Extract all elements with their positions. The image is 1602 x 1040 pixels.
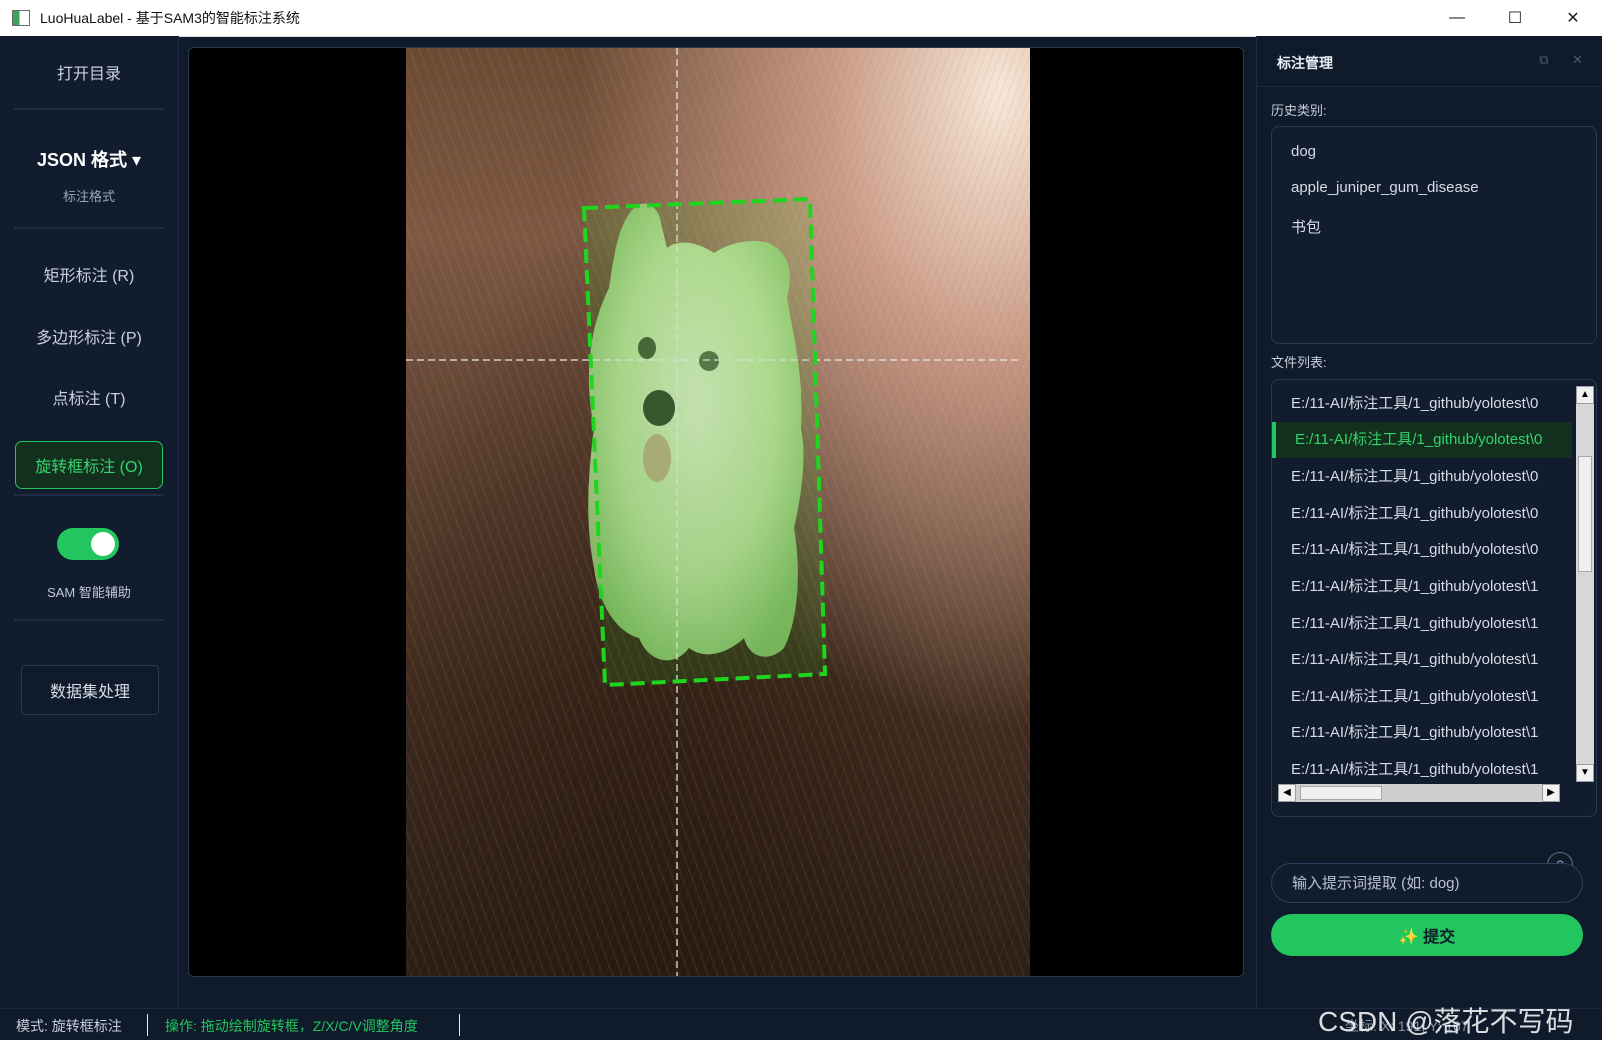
file-list-item[interactable]: E:/11-AI/标注工具/1_github/yolotest\0 bbox=[1272, 496, 1572, 532]
window-title: LuoHuaLabel - 基于SAM3的智能标注系统 bbox=[40, 10, 300, 26]
scroll-left-icon[interactable]: ◀ bbox=[1278, 784, 1296, 802]
file-list-item[interactable]: E:/11-AI/标注工具/1_github/yolotest\1 bbox=[1272, 569, 1572, 605]
divider bbox=[14, 227, 164, 229]
title-bar: LuoHuaLabel - 基于SAM3的智能标注系统 — ☐ ✕ bbox=[0, 0, 1602, 37]
scroll-up-icon[interactable]: ▲ bbox=[1576, 386, 1594, 404]
file-list[interactable]: E:/11-AI/标注工具/1_github/yolotest\0 E:/11-… bbox=[1271, 379, 1597, 817]
open-directory-button[interactable]: 打开目录 bbox=[0, 60, 178, 84]
divider bbox=[14, 108, 164, 110]
history-classes-list[interactable]: dog apple_juniper_gum_disease 书包 bbox=[1271, 126, 1597, 344]
annotation-canvas[interactable] bbox=[188, 47, 1244, 977]
left-toolbar: 打开目录 JSON 格式 ▾ 标注格式 矩形标注 (R) 多边形标注 (P) 点… bbox=[0, 36, 179, 1008]
rect-annotation-button[interactable]: 矩形标注 (R) bbox=[0, 262, 178, 286]
window-controls: — ☐ ✕ bbox=[1428, 0, 1602, 36]
divider bbox=[14, 494, 164, 496]
app-icon bbox=[12, 10, 30, 26]
history-classes-label: 历史类别: bbox=[1271, 103, 1327, 118]
status-operation: 操作: 拖动绘制旋转框，Z/X/C/V调整角度 bbox=[165, 1018, 418, 1034]
class-item[interactable]: dog bbox=[1291, 143, 1316, 160]
annotation-manager-panel: 标注管理 ⧉ ✕ 历史类别: dog apple_juniper_gum_dis… bbox=[1256, 36, 1602, 1008]
status-divider bbox=[147, 1014, 148, 1036]
vertical-scroll-thumb[interactable] bbox=[1578, 456, 1592, 572]
sam-assist-label: SAM 智能辅助 bbox=[47, 585, 131, 600]
scroll-down-icon[interactable]: ▼ bbox=[1576, 764, 1594, 782]
file-list-item[interactable]: E:/11-AI/标注工具/1_github/yolotest\0 bbox=[1272, 459, 1572, 495]
file-list-item[interactable]: E:/11-AI/标注工具/1_github/yolotest\1 bbox=[1272, 752, 1572, 788]
horizontal-scrollbar[interactable]: ◀ ▶ bbox=[1278, 784, 1560, 802]
status-mode: 模式: 旋转框标注 bbox=[16, 1018, 122, 1034]
sam-assist-toggle[interactable] bbox=[57, 528, 119, 560]
panel-title: 标注管理 bbox=[1277, 55, 1333, 71]
polygon-annotation-button[interactable]: 多边形标注 (P) bbox=[0, 324, 178, 348]
vertical-scrollbar[interactable]: ▲ ▼ bbox=[1576, 386, 1594, 782]
file-list-item[interactable]: E:/11-AI/标注工具/1_github/yolotest\1 bbox=[1272, 679, 1572, 715]
panel-header: 标注管理 ⧉ ✕ bbox=[1257, 36, 1602, 87]
submit-button[interactable]: ✨ 提交 bbox=[1271, 914, 1583, 956]
csdn-watermark: CSDN @落花不写码 bbox=[1318, 1006, 1574, 1037]
maximize-button[interactable]: ☐ bbox=[1486, 0, 1544, 36]
close-button[interactable]: ✕ bbox=[1544, 0, 1602, 36]
scroll-right-icon[interactable]: ▶ bbox=[1542, 784, 1560, 802]
rotated-bounding-box[interactable] bbox=[581, 196, 828, 688]
file-list-item[interactable]: E:/11-AI/标注工具/1_github/yolotest\1 bbox=[1272, 715, 1572, 751]
class-item[interactable]: apple_juniper_gum_disease bbox=[1291, 179, 1479, 196]
file-list-item[interactable]: E:/11-AI/标注工具/1_github/yolotest\0 bbox=[1272, 386, 1572, 422]
class-item[interactable]: 书包 bbox=[1291, 216, 1321, 237]
status-divider bbox=[459, 1014, 460, 1036]
format-label: 标注格式 bbox=[62, 189, 115, 204]
file-list-item[interactable]: E:/11-AI/标注工具/1_github/yolotest\0 bbox=[1272, 532, 1572, 568]
annotation-overlay bbox=[406, 48, 1020, 976]
toggle-knob bbox=[91, 532, 115, 556]
format-dropdown[interactable]: JSON 格式 ▾ bbox=[0, 146, 178, 172]
file-list-item-selected[interactable]: E:/11-AI/标注工具/1_github/yolotest\0 bbox=[1272, 422, 1572, 458]
minimize-button[interactable]: — bbox=[1428, 0, 1486, 36]
prompt-input[interactable] bbox=[1271, 863, 1583, 903]
point-annotation-button[interactable]: 点标注 (T) bbox=[0, 385, 178, 409]
rotated-box-annotation-button[interactable]: 旋转框标注 (O) bbox=[15, 441, 163, 489]
file-list-label: 文件列表: bbox=[1271, 355, 1327, 370]
file-list-item[interactable]: E:/11-AI/标注工具/1_github/yolotest\1 bbox=[1272, 606, 1572, 642]
file-list-item[interactable]: E:/11-AI/标注工具/1_github/yolotest\1 bbox=[1272, 642, 1572, 678]
dataset-processing-button[interactable]: 数据集处理 bbox=[21, 665, 159, 715]
horizontal-scroll-thumb[interactable] bbox=[1300, 786, 1382, 800]
panel-float-close-icons[interactable]: ⧉ ✕ bbox=[1539, 52, 1593, 68]
divider bbox=[14, 619, 164, 621]
